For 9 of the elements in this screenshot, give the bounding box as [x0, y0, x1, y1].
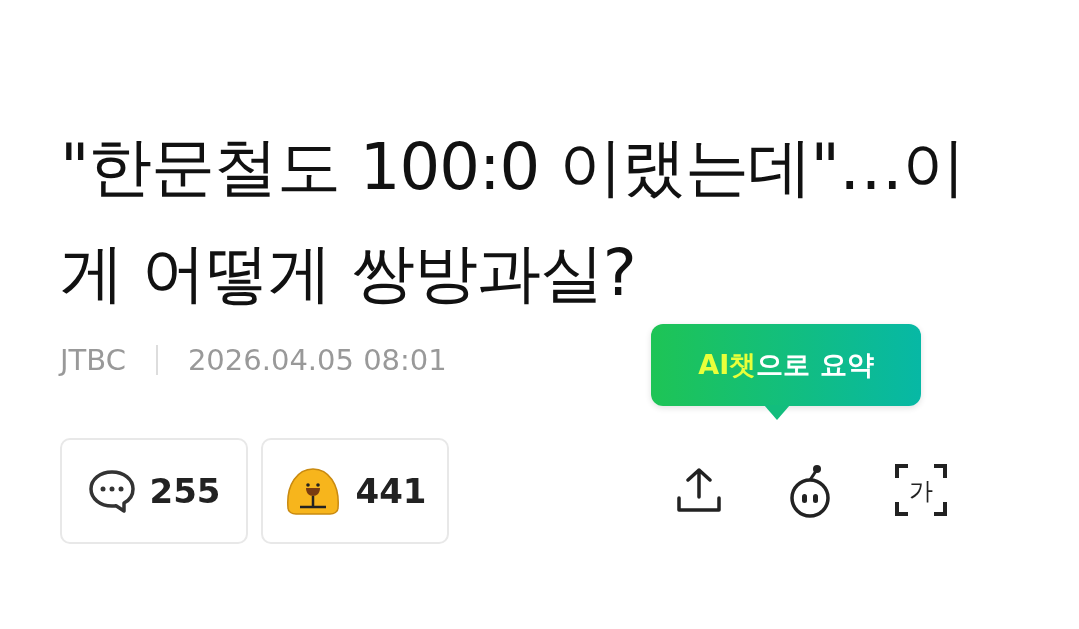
reaction-button[interactable]: 441	[261, 438, 449, 544]
translate-button[interactable]: 가	[893, 462, 949, 518]
speech-bubble-icon	[87, 469, 136, 513]
tooltip-arrow	[764, 405, 790, 421]
news-source: JTBC	[60, 343, 126, 377]
article-headline: "한문철도 100:0 이랬는데"…이게 어떻게 쌍방과실?	[60, 129, 966, 312]
publish-datetime: 2026.04.05 08:01	[187, 343, 447, 377]
share-icon	[674, 465, 724, 515]
comment-button[interactable]: 255	[60, 438, 248, 544]
